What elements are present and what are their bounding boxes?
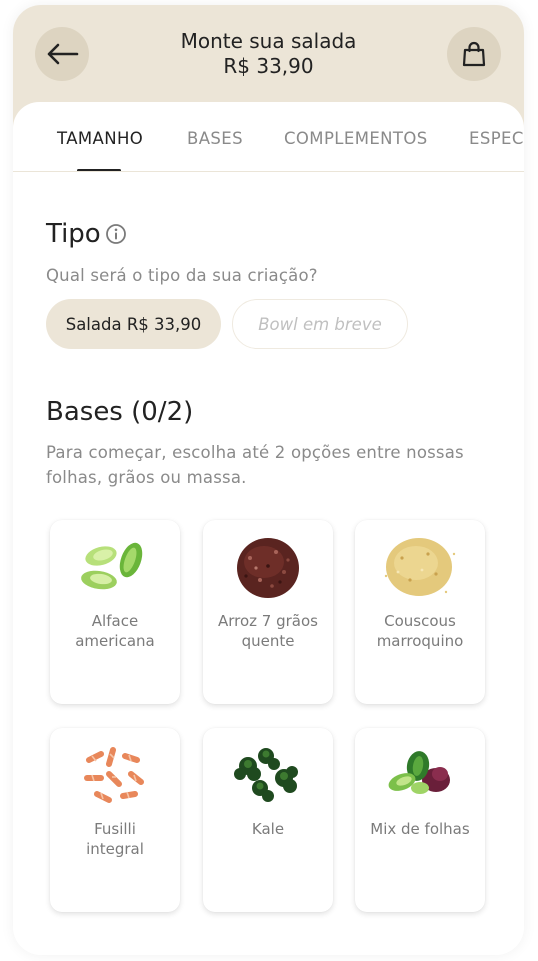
base-card-alface[interactable]: Alface americana <box>50 520 180 704</box>
type-option-salada[interactable]: Salada R$ 33,90 <box>46 299 221 349</box>
base-label: Arroz 7 grãos quente <box>217 612 318 650</box>
base-card-couscous[interactable]: Couscous marroquino <box>355 520 485 704</box>
tab-especiais[interactable]: ESPECIAIS <box>469 128 524 150</box>
lettuce-image <box>81 542 143 590</box>
type-option-bowl: Bowl em breve <box>232 299 408 349</box>
app-screen: Monte sua salada R$ 33,90 TAMANHO BASES … <box>13 5 524 955</box>
tipo-title: Tipo <box>46 219 101 249</box>
base-label: Mix de folhas <box>370 820 470 838</box>
tipo-question: Qual será o tipo da sua criação? <box>46 266 318 285</box>
kale-image <box>234 748 298 802</box>
base-card-fusilli[interactable]: Fusilli integral <box>50 728 180 912</box>
builder-content: TAMANHO BASES COMPLEMENTOS ESPECIAIS Tip… <box>13 102 524 955</box>
base-label: Fusilli integral <box>86 820 144 858</box>
step-tabs: TAMANHO BASES COMPLEMENTOS ESPECIAIS <box>13 102 524 172</box>
base-card-arroz[interactable]: Arroz 7 grãos quente <box>203 520 333 704</box>
base-card-kale[interactable]: Kale <box>203 728 333 912</box>
active-tab-indicator <box>77 169 121 171</box>
cart-button[interactable] <box>447 27 501 81</box>
base-label: Couscous marroquino <box>376 612 464 650</box>
bases-title: Bases (0/2) <box>46 397 194 427</box>
rice-image <box>237 538 299 598</box>
shopping-bag-icon <box>462 41 486 67</box>
bases-description-line1: Para começar, escolha até 2 opções entre… <box>46 443 464 462</box>
mixed-greens-image <box>388 751 450 794</box>
couscous-image <box>384 538 456 596</box>
base-label: Kale <box>251 820 285 838</box>
tab-bases[interactable]: BASES <box>187 128 243 150</box>
base-card-mix-folhas[interactable]: Mix de folhas <box>355 728 485 912</box>
fusilli-image <box>84 747 144 803</box>
info-icon[interactable] <box>105 223 127 245</box>
tab-tamanho[interactable]: TAMANHO <box>57 128 143 150</box>
tab-complementos[interactable]: COMPLEMENTOS <box>284 128 428 150</box>
base-label: Alface americana <box>75 612 155 650</box>
bases-description-line2: folhas, grãos ou massa. <box>46 468 247 487</box>
